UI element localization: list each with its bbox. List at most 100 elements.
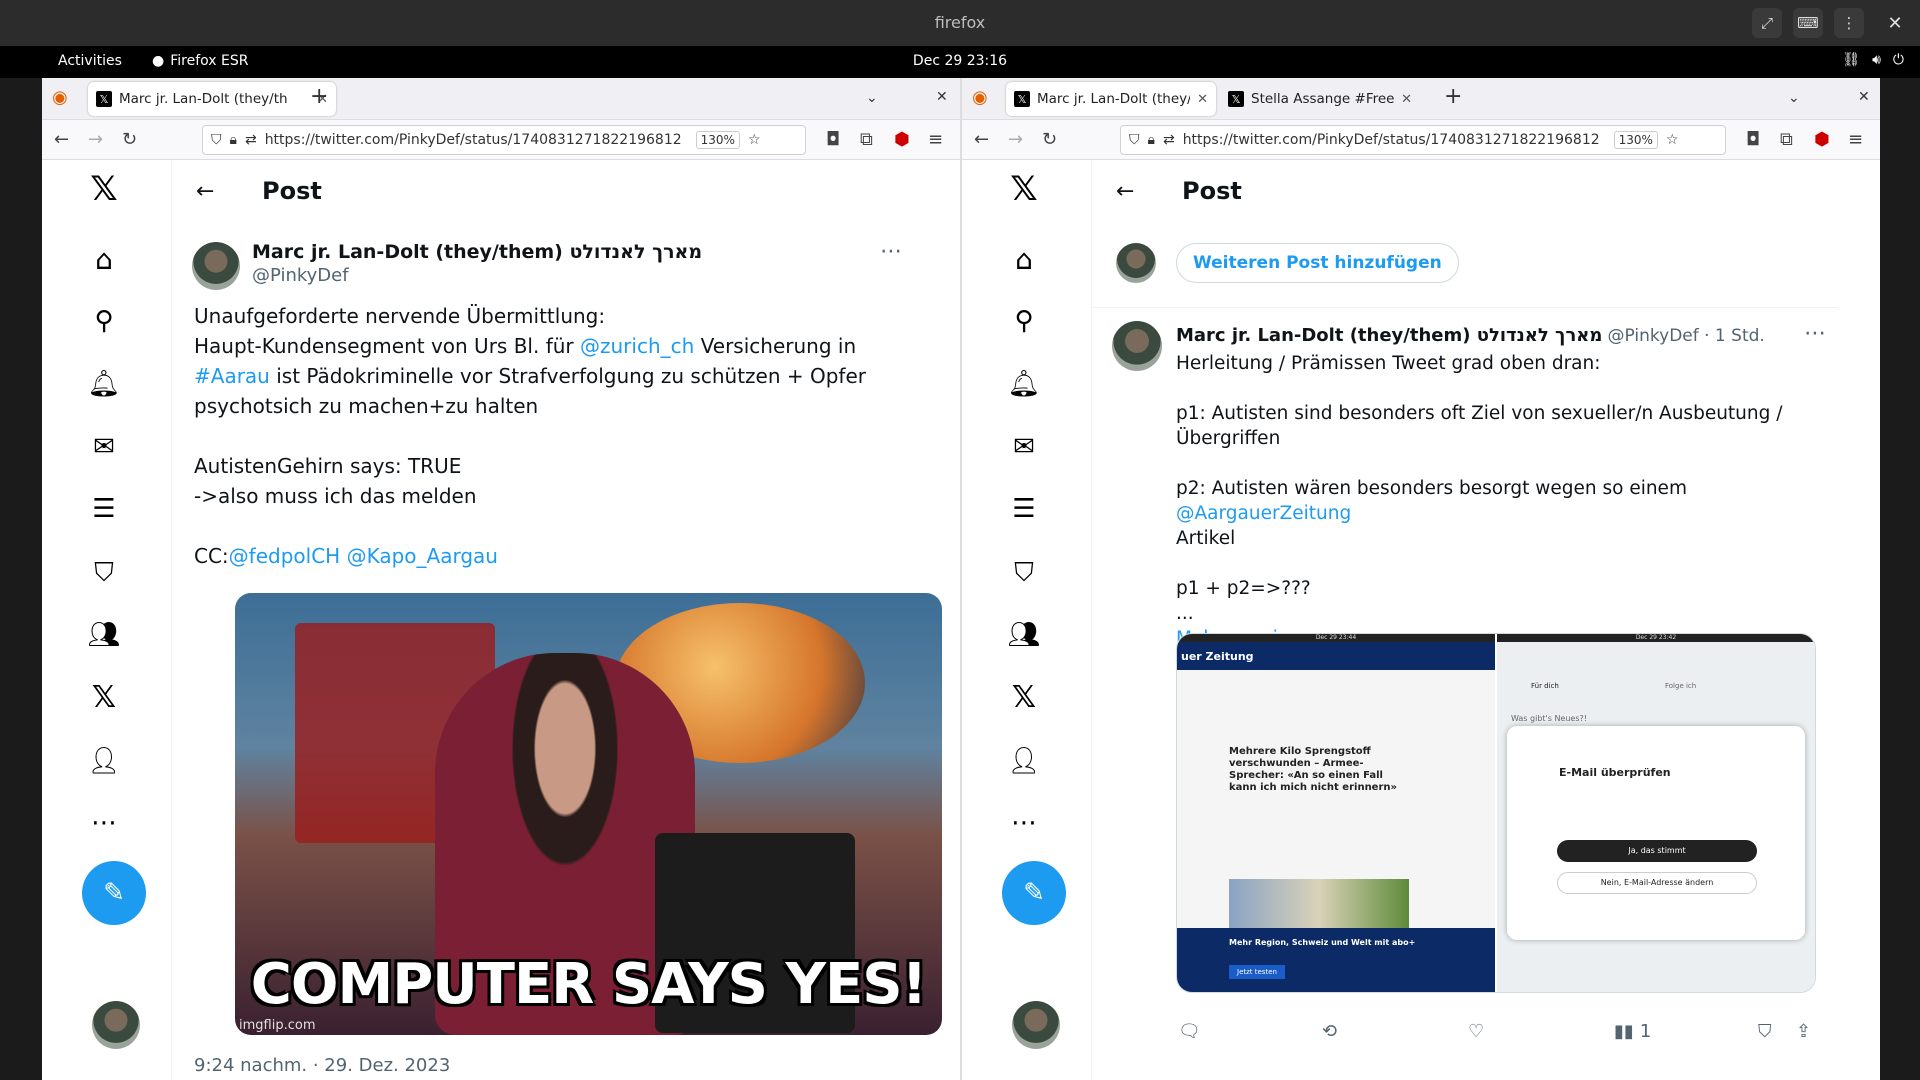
permissions-icon[interactable]: ⇄: [245, 132, 257, 148]
search-icon[interactable]: ⚲: [1006, 303, 1042, 339]
forward-icon[interactable]: →: [1008, 129, 1023, 150]
clock[interactable]: Dec 29 23:16: [0, 53, 1920, 69]
permissions-icon[interactable]: ⇄: [1163, 132, 1175, 148]
account-avatar[interactable]: [1012, 1001, 1060, 1049]
close-window-icon[interactable]: ✕: [1858, 89, 1870, 105]
bookmark-icon[interactable]: ⛉: [1758, 1021, 1772, 1042]
firefox-view-icon[interactable]: ◉: [972, 87, 988, 108]
mention-link[interactable]: @Kapo_Aargau: [347, 544, 498, 568]
url-text[interactable]: https://twitter.com/PinkyDef/status/1740…: [265, 132, 682, 148]
notifications-icon[interactable]: 🔔︎: [1006, 366, 1042, 402]
keyboard-icon[interactable]: ⌨: [1793, 8, 1823, 38]
profile-icon[interactable]: 👤︎: [1006, 743, 1042, 779]
add-post-button[interactable]: Weiteren Post hinzufügen: [1176, 243, 1459, 283]
mention-link[interactable]: @zurich_ch: [580, 334, 694, 358]
like-icon[interactable]: ♡: [1468, 1021, 1484, 1042]
tab-active[interactable]: 𝕏 Marc jr. Lan-Dolt (they/th ✕: [1006, 82, 1216, 116]
close-tab-icon[interactable]: ✕: [1197, 92, 1208, 107]
screenshot-article[interactable]: Dec 29 23:44 uer Zeitung Mehrere Kilo Sp…: [1177, 634, 1495, 992]
back-icon[interactable]: ←: [54, 129, 69, 150]
lists-icon[interactable]: ☰: [1006, 491, 1042, 527]
url-text[interactable]: https://twitter.com/PinkyDef/status/1740…: [1183, 132, 1600, 148]
extensions-icon[interactable]: ⧉: [1780, 129, 1793, 150]
search-icon[interactable]: ⚲: [86, 303, 122, 339]
reply-icon[interactable]: 🗨︎: [1178, 1021, 1201, 1042]
close-tab-icon[interactable]: ✕: [1401, 92, 1412, 107]
close-window-icon[interactable]: ✕: [1880, 8, 1910, 38]
communities-icon[interactable]: 👥︎: [86, 617, 122, 653]
more-icon[interactable]: ⋯: [86, 805, 122, 841]
zoom-level[interactable]: 130%: [1613, 131, 1658, 149]
messages-icon[interactable]: ✉: [86, 429, 122, 465]
premium-icon[interactable]: 𝕏: [1006, 679, 1042, 715]
media-grid[interactable]: Dec 29 23:44 uer Zeitung Mehrere Kilo Sp…: [1176, 633, 1816, 993]
tab-list-icon[interactable]: ⌄: [1788, 90, 1800, 106]
home-icon[interactable]: ⌂: [86, 241, 122, 277]
notifications-icon[interactable]: 🔔︎: [86, 366, 122, 402]
ublock-icon[interactable]: ⬢: [894, 129, 910, 150]
tab-inactive[interactable]: 𝕏 Stella Assange #FreeAssa ✕: [1220, 82, 1420, 116]
x-logo-icon[interactable]: 𝕏: [86, 169, 122, 209]
compose-post-button[interactable]: ✎: [1002, 861, 1066, 925]
new-tab-icon[interactable]: +: [1444, 84, 1462, 109]
bookmarks-icon[interactable]: ⛉: [86, 555, 122, 591]
shield-icon[interactable]: ⛉: [1129, 132, 1140, 148]
communities-icon[interactable]: 👥︎: [1006, 617, 1042, 653]
x-logo-icon[interactable]: 𝕏: [1006, 169, 1042, 209]
ublock-icon[interactable]: ⬢: [1814, 129, 1830, 150]
reload-icon[interactable]: ↻: [122, 129, 137, 150]
mention-link[interactable]: @AargauerZeitung: [1176, 503, 1351, 524]
author-handle[interactable]: @PinkyDef · 1 Std.: [1608, 326, 1765, 346]
views-button[interactable]: ▮▮ 1: [1614, 1021, 1651, 1042]
reload-icon[interactable]: ↻: [1042, 129, 1057, 150]
profile-icon[interactable]: 👤︎: [86, 743, 122, 779]
tab-active[interactable]: 𝕏 Marc jr. Lan-Dolt (they/th ✕: [88, 82, 336, 116]
home-icon[interactable]: ⌂: [1006, 241, 1042, 277]
lock-icon[interactable]: 🔒︎: [1148, 132, 1155, 148]
author-name[interactable]: Marc jr. Lan-Dolt (they/them) מארך לאנדו…: [252, 241, 702, 263]
back-icon[interactable]: ←: [974, 129, 989, 150]
author-handle[interactable]: @PinkyDef: [252, 265, 702, 286]
pocket-icon[interactable]: ◘: [1746, 129, 1760, 150]
lists-icon[interactable]: ☰: [86, 491, 122, 527]
repost-icon[interactable]: ⟲: [1322, 1021, 1337, 1042]
url-bar[interactable]: ⛉ 🔒︎ ⇄ https://twitter.com/PinkyDef/stat…: [1120, 125, 1726, 155]
fullscreen-icon[interactable]: ⤢: [1752, 8, 1782, 38]
screenshot-dialog[interactable]: Dec 29 23:42 Für dich Folge ich Was gibt…: [1497, 634, 1815, 992]
back-arrow-icon[interactable]: ←: [1116, 179, 1134, 204]
meme-image[interactable]: COMPUTER SAYS YES! imgflip.com: [235, 593, 942, 1035]
author-name[interactable]: Marc jr. Lan-Dolt (they/them) מארך לאנדו…: [1176, 325, 1602, 346]
mention-link[interactable]: @fedpolCH: [229, 544, 341, 568]
account-avatar[interactable]: [92, 1001, 140, 1049]
zoom-level[interactable]: 130%: [695, 131, 740, 149]
lock-icon[interactable]: 🔒︎: [230, 132, 237, 148]
hamburger-menu-icon[interactable]: ≡: [928, 129, 943, 150]
more-options-icon[interactable]: ⋯: [1804, 321, 1826, 346]
bookmark-star-icon[interactable]: ☆: [1666, 132, 1679, 148]
firefox-view-icon[interactable]: ◉: [52, 87, 68, 108]
pocket-icon[interactable]: ◘: [826, 129, 840, 150]
system-tray[interactable]: ⛓ 🔊︎ ⏻: [1842, 52, 1904, 68]
author-avatar[interactable]: [1112, 321, 1162, 371]
more-icon[interactable]: ⋯: [1006, 805, 1042, 841]
more-options-icon[interactable]: ⋯: [880, 239, 902, 264]
premium-icon[interactable]: 𝕏: [86, 679, 122, 715]
bookmark-star-icon[interactable]: ☆: [748, 132, 761, 148]
new-tab-icon[interactable]: +: [310, 84, 328, 109]
messages-icon[interactable]: ✉: [1006, 429, 1042, 465]
close-window-icon[interactable]: ✕: [936, 89, 948, 105]
hamburger-menu-icon[interactable]: ≡: [1848, 129, 1863, 150]
share-icon[interactable]: ⇪: [1796, 1021, 1811, 1042]
back-arrow-icon[interactable]: ←: [196, 179, 214, 204]
menu-kebab-icon[interactable]: ⋮: [1834, 8, 1864, 38]
compose-post-button[interactable]: ✎: [82, 861, 146, 925]
bookmarks-icon[interactable]: ⛉: [1006, 555, 1042, 591]
author-avatar[interactable]: [192, 242, 240, 290]
post-timestamp[interactable]: 9:24 nachm. · 29. Dez. 2023: [194, 1055, 450, 1076]
url-bar[interactable]: ⛉ 🔒︎ ⇄ https://twitter.com/PinkyDef/stat…: [202, 125, 806, 155]
forward-icon[interactable]: →: [88, 129, 103, 150]
tab-list-icon[interactable]: ⌄: [866, 90, 878, 106]
hashtag-link[interactable]: #Aarau: [194, 364, 270, 388]
extensions-icon[interactable]: ⧉: [860, 129, 873, 150]
shield-icon[interactable]: ⛉: [211, 132, 222, 148]
